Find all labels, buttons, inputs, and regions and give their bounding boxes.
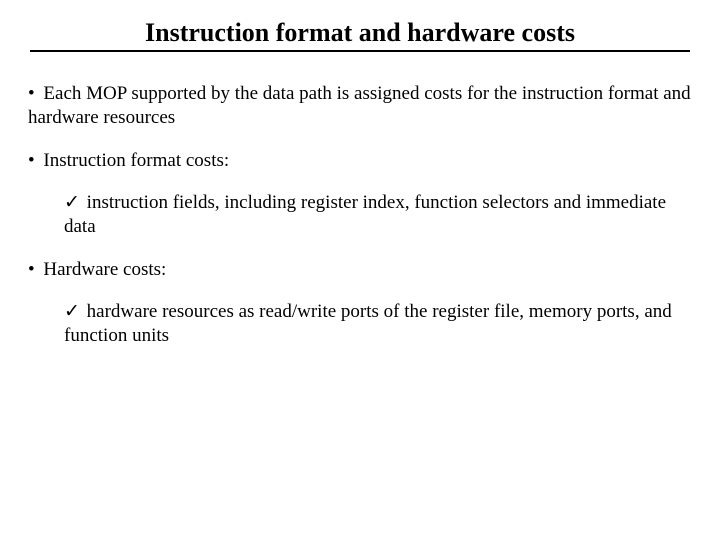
slide-title: Instruction format and hardware costs bbox=[24, 18, 696, 50]
bullet-text: Each MOP supported by the data path is a… bbox=[28, 83, 691, 128]
bullet-icon: • bbox=[28, 150, 35, 171]
bullet-icon: • bbox=[28, 259, 35, 280]
check-icon: ✓ bbox=[64, 192, 80, 213]
bullet-item-1: • Each MOP supported by the data path is… bbox=[28, 82, 694, 131]
subbullet-item-2-1: ✓ instruction fields, including register… bbox=[64, 191, 694, 240]
subbullet-text: instruction fields, including register i… bbox=[64, 192, 666, 237]
bullet-item-3: • Hardware costs: bbox=[28, 258, 694, 282]
slide-body: • Each MOP supported by the data path is… bbox=[24, 52, 696, 349]
subbullet-item-3-1: ✓ hardware resources as read/write ports… bbox=[64, 300, 694, 349]
bullet-icon: • bbox=[28, 83, 35, 104]
check-icon: ✓ bbox=[64, 301, 80, 322]
bullet-text: Hardware costs: bbox=[43, 259, 166, 280]
bullet-text: Instruction format costs: bbox=[43, 150, 229, 171]
subbullet-text: hardware resources as read/write ports o… bbox=[64, 301, 672, 346]
bullet-item-2: • Instruction format costs: bbox=[28, 149, 694, 173]
